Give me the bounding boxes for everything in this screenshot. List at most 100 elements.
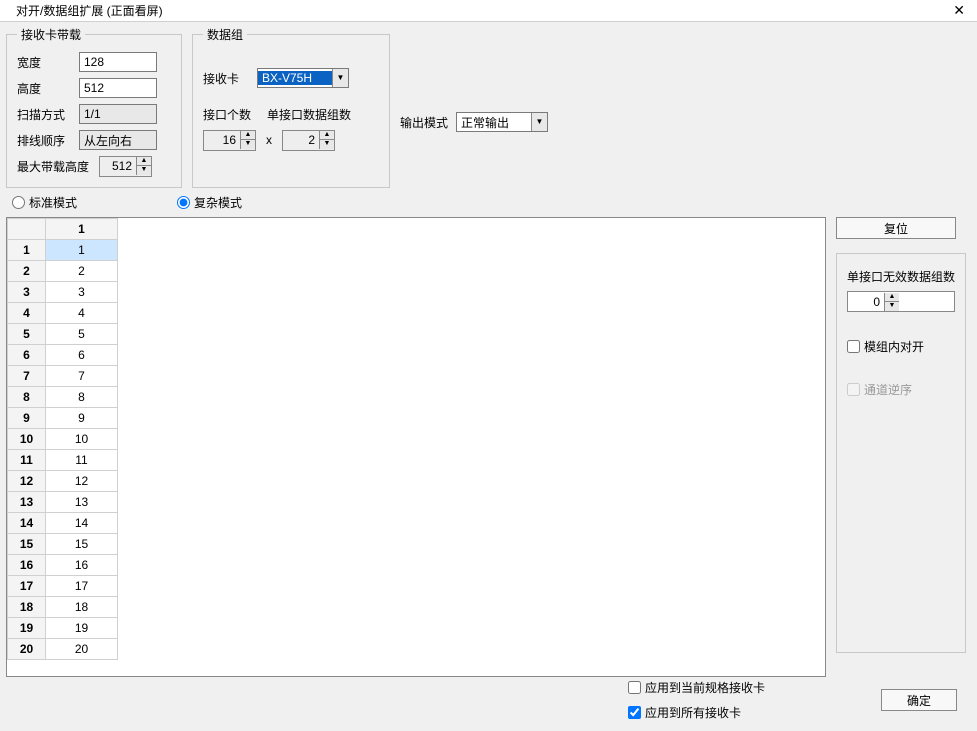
table-cell[interactable]: 18 xyxy=(46,597,118,618)
table-row-header[interactable]: 6 xyxy=(8,345,46,366)
spin-down-icon[interactable]: ▼ xyxy=(884,302,899,311)
table-cell[interactable]: 10 xyxy=(46,429,118,450)
table-row-header[interactable]: 5 xyxy=(8,324,46,345)
table-col-header[interactable]: 1 xyxy=(46,219,118,240)
bottom-bar: 应用到当前规格接收卡 应用到所有接收卡 确定 xyxy=(0,679,977,721)
output-mode-value: 正常输出 xyxy=(457,114,531,131)
table-row-header[interactable]: 11 xyxy=(8,450,46,471)
right-column: 复位 单接口无效数据组数 ▲▼ 模组内对开 通道逆序 xyxy=(836,217,966,677)
table-cell[interactable]: 17 xyxy=(46,576,118,597)
table-row[interactable]: 1717 xyxy=(8,576,118,597)
table-row[interactable]: 22 xyxy=(8,261,118,282)
reset-button[interactable]: 复位 xyxy=(836,217,956,239)
width-input[interactable] xyxy=(79,52,157,72)
table-row-header[interactable]: 18 xyxy=(8,597,46,618)
table-cell[interactable]: 6 xyxy=(46,345,118,366)
table-row[interactable]: 33 xyxy=(8,282,118,303)
table-row[interactable]: 44 xyxy=(8,303,118,324)
table-cell[interactable]: 5 xyxy=(46,324,118,345)
table-row-header[interactable]: 17 xyxy=(8,576,46,597)
table-row-header[interactable]: 9 xyxy=(8,408,46,429)
table-row-header[interactable]: 19 xyxy=(8,618,46,639)
spin-down-icon: ▼ xyxy=(319,140,334,149)
table-cell[interactable]: 7 xyxy=(46,366,118,387)
table-scroll[interactable]: 1 11223344556677889910101111121213131414… xyxy=(7,218,825,676)
table-row-header[interactable]: 13 xyxy=(8,492,46,513)
table-cell[interactable]: 3 xyxy=(46,282,118,303)
table-row-header[interactable]: 1 xyxy=(8,240,46,261)
table-row[interactable]: 11 xyxy=(8,240,118,261)
table-row[interactable]: 1111 xyxy=(8,450,118,471)
module-split-checkbox[interactable]: 模组内对开 xyxy=(847,338,955,355)
close-icon[interactable]: ✕ xyxy=(947,2,971,19)
data-table: 1 11223344556677889910101111121213131414… xyxy=(7,218,118,660)
table-cell[interactable]: 16 xyxy=(46,555,118,576)
table-row[interactable]: 66 xyxy=(8,345,118,366)
table-row[interactable]: 99 xyxy=(8,408,118,429)
apply-all-checkbox[interactable]: 应用到所有接收卡 xyxy=(628,704,765,721)
mode-row: 标准模式 复杂模式 xyxy=(0,188,977,217)
spin-up-icon: ▲ xyxy=(319,131,334,140)
table-row-header[interactable]: 3 xyxy=(8,282,46,303)
table-row[interactable]: 1010 xyxy=(8,429,118,450)
channel-reverse-label: 通道逆序 xyxy=(864,381,912,398)
module-split-input[interactable] xyxy=(847,340,860,353)
table-cell[interactable]: 15 xyxy=(46,534,118,555)
output-mode-select[interactable]: 正常输出 ▼ xyxy=(456,112,548,132)
width-label: 宽度 xyxy=(17,54,73,71)
table-cell[interactable]: 2 xyxy=(46,261,118,282)
invalid-groups-spinner[interactable]: ▲▼ xyxy=(847,291,955,312)
apply-current-checkbox[interactable]: 应用到当前规格接收卡 xyxy=(628,679,765,696)
table-row-header[interactable]: 15 xyxy=(8,534,46,555)
receiver-load-group: 接收卡带载 宽度 高度 扫描方式 排线顺序 最大带载高度 ▲▼ xyxy=(6,26,182,188)
table-cell[interactable]: 20 xyxy=(46,639,118,660)
order-input xyxy=(79,130,157,150)
table-row-header[interactable]: 2 xyxy=(8,261,46,282)
table-row[interactable]: 1515 xyxy=(8,534,118,555)
table-row[interactable]: 1212 xyxy=(8,471,118,492)
table-row[interactable]: 1919 xyxy=(8,618,118,639)
table-row[interactable]: 88 xyxy=(8,387,118,408)
table-cell[interactable]: 13 xyxy=(46,492,118,513)
dropdown-icon[interactable]: ▼ xyxy=(332,69,348,87)
table-row-header[interactable]: 8 xyxy=(8,387,46,408)
table-row[interactable]: 1818 xyxy=(8,597,118,618)
table-cell[interactable]: 12 xyxy=(46,471,118,492)
spin-up-icon[interactable]: ▲ xyxy=(884,293,899,302)
height-input[interactable] xyxy=(79,78,157,98)
table-row[interactable]: 2020 xyxy=(8,639,118,660)
table-row[interactable]: 1414 xyxy=(8,513,118,534)
table-cell[interactable]: 1 xyxy=(46,240,118,261)
table-cell[interactable]: 11 xyxy=(46,450,118,471)
table-cell[interactable]: 14 xyxy=(46,513,118,534)
multiply-x: x xyxy=(266,133,272,147)
table-row[interactable]: 55 xyxy=(8,324,118,345)
table-row-header[interactable]: 20 xyxy=(8,639,46,660)
complex-mode-input[interactable] xyxy=(177,196,190,209)
complex-mode-radio[interactable]: 复杂模式 xyxy=(177,194,242,211)
table-row-header[interactable]: 16 xyxy=(8,555,46,576)
ok-button[interactable]: 确定 xyxy=(881,689,957,711)
table-row-header[interactable]: 10 xyxy=(8,429,46,450)
table-row-header[interactable]: 4 xyxy=(8,303,46,324)
table-cell[interactable]: 8 xyxy=(46,387,118,408)
receiver-card-select[interactable]: BX-V75H ▼ xyxy=(257,68,349,88)
port-count-spinner: ▲▼ xyxy=(203,130,256,151)
scan-label: 扫描方式 xyxy=(17,106,73,123)
standard-mode-input[interactable] xyxy=(12,196,25,209)
apply-current-input[interactable] xyxy=(628,681,641,694)
table-cell[interactable]: 19 xyxy=(46,618,118,639)
table-row[interactable]: 77 xyxy=(8,366,118,387)
dropdown-icon[interactable]: ▼ xyxy=(531,113,547,131)
apply-all-input[interactable] xyxy=(628,706,641,719)
table-row[interactable]: 1313 xyxy=(8,492,118,513)
table-row-header[interactable]: 12 xyxy=(8,471,46,492)
table-row[interactable]: 1616 xyxy=(8,555,118,576)
table-row-header[interactable]: 7 xyxy=(8,366,46,387)
table-cell[interactable]: 9 xyxy=(46,408,118,429)
standard-mode-label: 标准模式 xyxy=(29,194,77,211)
standard-mode-radio[interactable]: 标准模式 xyxy=(12,194,77,211)
table-row-header[interactable]: 14 xyxy=(8,513,46,534)
invalid-groups-value[interactable] xyxy=(848,295,884,309)
table-cell[interactable]: 4 xyxy=(46,303,118,324)
